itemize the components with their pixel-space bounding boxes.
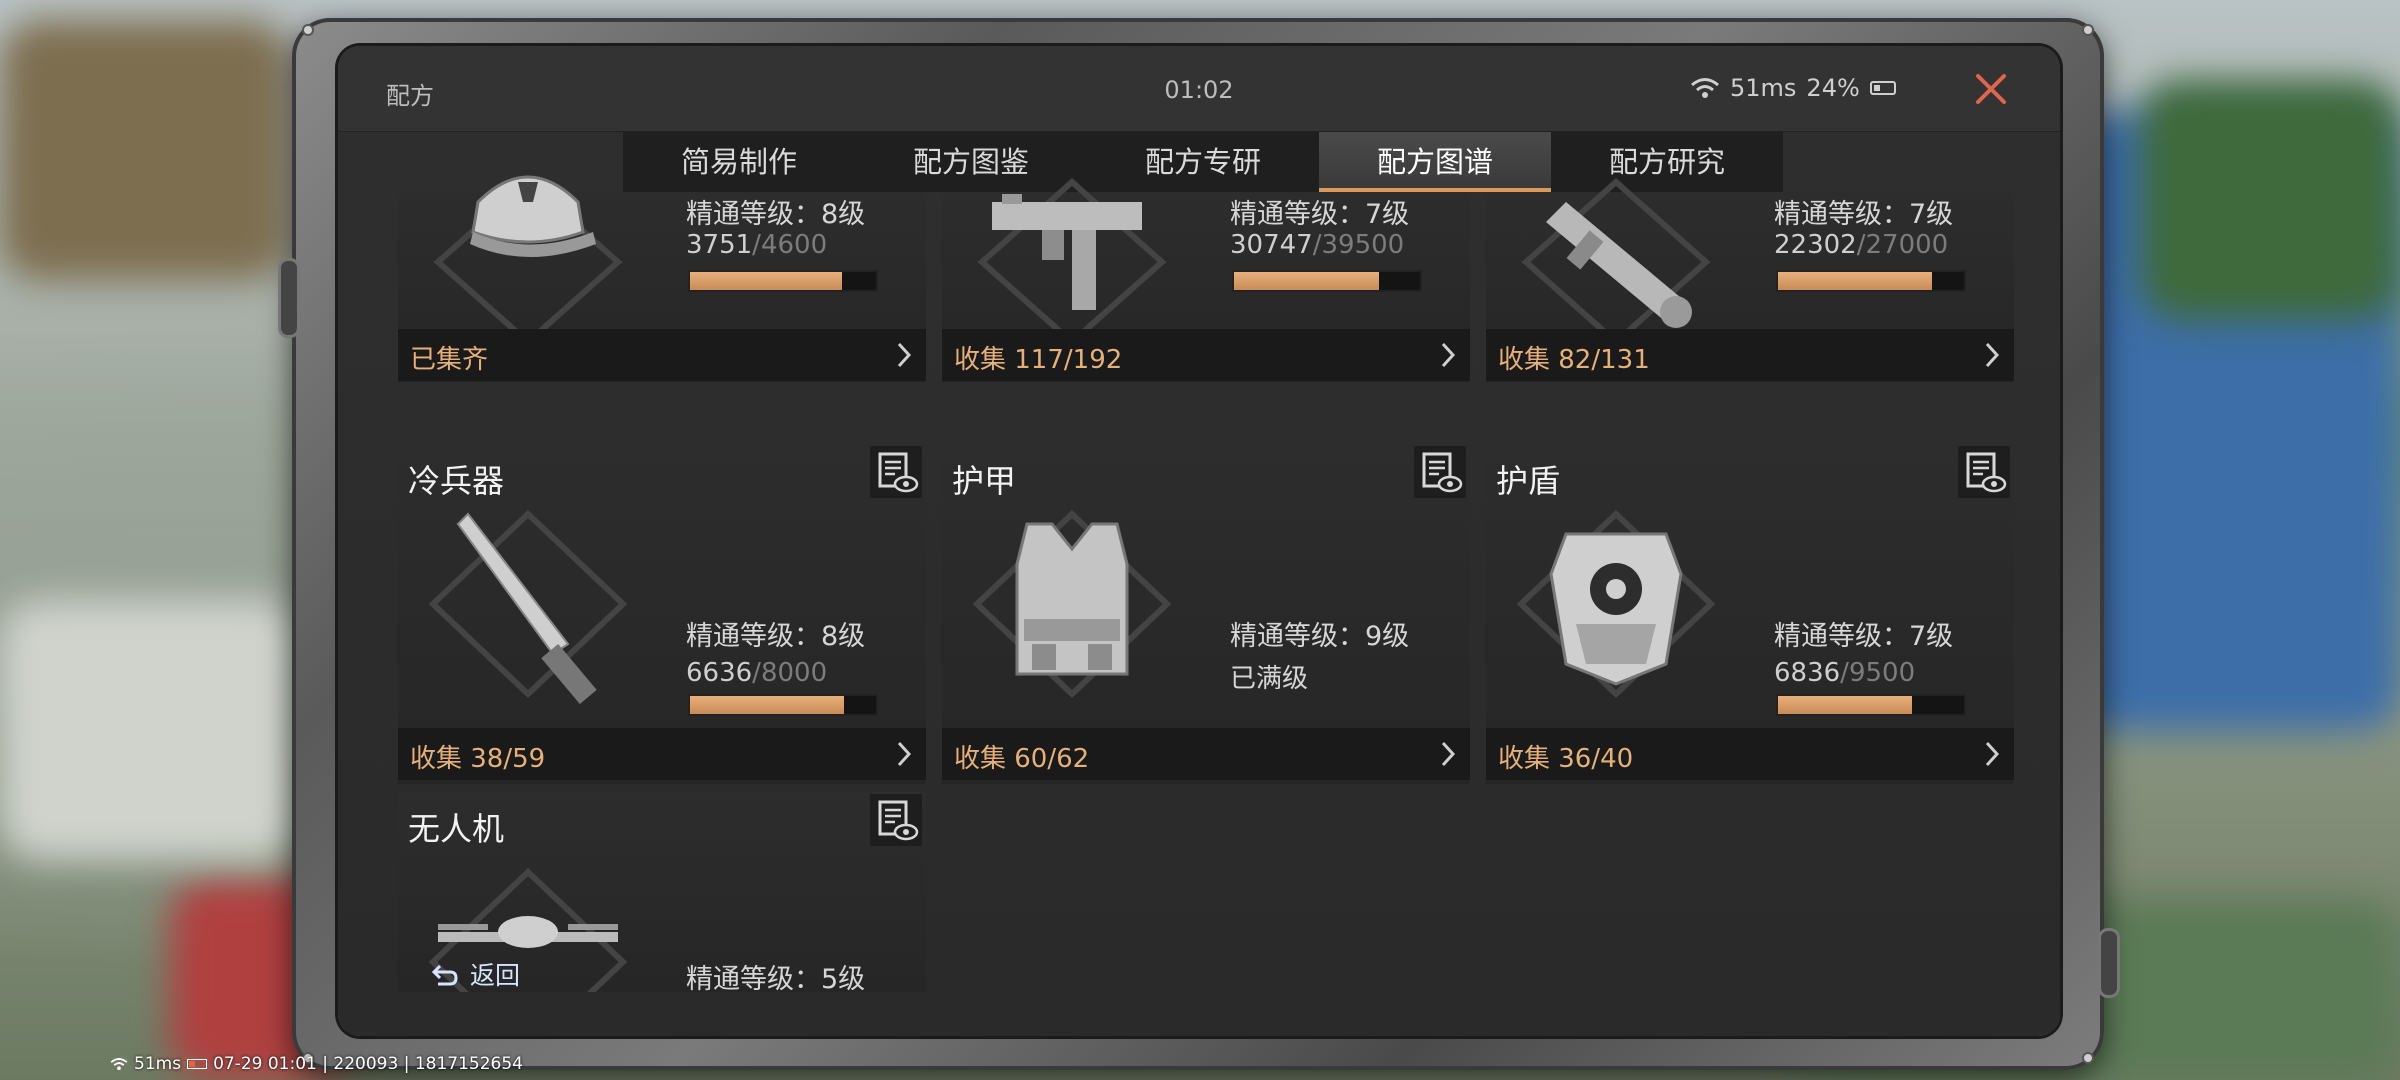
collect-label: 收集 82/131 xyxy=(1498,345,1650,375)
wifi-icon xyxy=(110,1058,128,1070)
screw-icon xyxy=(302,24,314,36)
mastery-bar-fill xyxy=(1778,272,1932,290)
view-recipes-icon[interactable] xyxy=(870,446,922,498)
progress-max: 27000 xyxy=(1865,230,1949,260)
mastery-progress: 6636/8000 xyxy=(686,658,828,688)
hud-ping: 51ms xyxy=(134,1054,182,1074)
chevron-right-icon xyxy=(1985,741,2000,767)
mastery-level: 精通等级：5级 xyxy=(686,964,866,995)
mastery-bar-fill xyxy=(690,696,845,714)
back-arrow-icon xyxy=(431,964,458,986)
shield-icon xyxy=(1516,509,1716,699)
chevron-right-icon xyxy=(897,741,912,767)
collect-label: 已集齐 xyxy=(410,345,489,375)
tab-simple-craft[interactable]: 简易制作 xyxy=(623,132,855,192)
back-button[interactable]: 返回 xyxy=(430,956,520,992)
card-title: 护甲 xyxy=(952,462,1017,500)
recipe-card-shield: 护盾 精通等级：7级 6836/9500 收集 36/40 xyxy=(1486,444,2014,784)
network-status: 51ms 24% xyxy=(1690,74,1896,102)
collect-row[interactable]: 已集齐 xyxy=(398,329,926,381)
progress-current: 3751 xyxy=(686,230,753,260)
mastery-level: 精通等级：7级 xyxy=(1230,199,1410,230)
progress-max: 4600 xyxy=(760,230,828,260)
chevron-right-icon xyxy=(1441,741,1456,767)
progress-current: 6636 xyxy=(686,658,753,688)
collect-row[interactable]: 收集 36/40 xyxy=(1486,728,2014,780)
mastery-progress: 3751/4600 xyxy=(686,230,828,260)
mastery-bar xyxy=(1776,694,1966,716)
recipe-card-launcher: 精通等级：7级 22302/27000 收集 82/131 xyxy=(1486,177,2014,382)
vest-icon xyxy=(972,509,1172,699)
mastery-level: 精通等级：7级 xyxy=(1774,199,1954,230)
status-bar: 配方 01:02 51ms 24% xyxy=(338,46,2060,132)
card-title: 冷兵器 xyxy=(408,462,505,500)
debug-hud: 51ms 07-29 01:01 | 220093 | 1817152654 xyxy=(110,1054,523,1074)
progress-current: 30747 xyxy=(1230,230,1313,260)
collect-label: 收集 60/62 xyxy=(954,744,1090,774)
progress-max: 9500 xyxy=(1848,658,1916,688)
battery-text: 24% xyxy=(1806,74,1860,102)
close-icon[interactable] xyxy=(1968,66,2014,112)
collect-label: 收集 117/192 xyxy=(954,345,1123,375)
knife-icon xyxy=(428,509,628,704)
progress-current: 22302 xyxy=(1774,230,1857,260)
chevron-right-icon xyxy=(1985,342,2000,368)
mastery-level: 精通等级：7级 xyxy=(1774,621,1954,652)
chevron-right-icon xyxy=(1441,342,1456,368)
battery-icon xyxy=(1869,81,1896,95)
card-title: 护盾 xyxy=(1496,462,1561,500)
frame-right-handle xyxy=(2098,928,2120,998)
battery-icon xyxy=(187,1059,208,1069)
view-recipes-icon[interactable] xyxy=(1414,446,1466,498)
recipe-card-melee: 冷兵器 精通等级：8级 6636/8000 收集 38/59 xyxy=(398,444,926,784)
mastery-progress: 30747/39500 xyxy=(1230,230,1405,260)
mastery-bar-fill xyxy=(1234,272,1379,290)
collect-row[interactable]: 收集 82/131 xyxy=(1486,329,2014,381)
mastery-bar xyxy=(1776,270,1966,292)
mastery-level: 精通等级：8级 xyxy=(686,621,866,652)
mastery-bar xyxy=(1232,270,1422,292)
mastery-bar-fill xyxy=(1778,696,1912,714)
mastery-level: 精通等级：9级 xyxy=(1230,621,1410,652)
collect-row[interactable]: 收集 38/59 xyxy=(398,728,926,780)
mastery-progress: 6836/9500 xyxy=(1774,658,1916,688)
collect-row[interactable]: 收集 60/62 xyxy=(942,728,1470,780)
recipe-panel: 配方 01:02 51ms 24% 简易制作 配方图鉴 配方专研 配方图谱 配方… xyxy=(338,46,2060,1036)
view-recipes-icon[interactable] xyxy=(1958,446,2010,498)
progress-max: 39500 xyxy=(1321,230,1405,260)
view-recipes-icon[interactable] xyxy=(870,794,922,846)
card-title: 无人机 xyxy=(408,810,505,848)
collect-label: 收集 36/40 xyxy=(1498,744,1634,774)
recipe-card-armor: 护甲 精通等级：9级 已满级 收集 60/62 xyxy=(942,444,1470,784)
back-label: 返回 xyxy=(470,961,521,990)
progress-max: 8000 xyxy=(760,658,828,688)
mastery-bar xyxy=(688,270,878,292)
screw-icon xyxy=(2082,1052,2094,1064)
screw-icon xyxy=(2082,24,2094,36)
wifi-icon xyxy=(1691,78,1719,98)
collect-row[interactable]: 收集 117/192 xyxy=(942,329,1470,381)
mastery-level: 精通等级：8级 xyxy=(686,199,866,230)
progress-current: 6836 xyxy=(1774,658,1841,688)
collect-label: 收集 38/59 xyxy=(410,744,546,774)
chevron-right-icon xyxy=(897,342,912,368)
ping-text: 51ms xyxy=(1730,74,1797,102)
recipe-card-smg: 精通等级：7级 30747/39500 收集 117/192 xyxy=(942,177,1470,382)
hud-info: 07-29 01:01 | 220093 | 1817152654 xyxy=(213,1054,523,1074)
mastery-progress: 22302/27000 xyxy=(1774,230,1949,260)
frame-left-handle xyxy=(278,258,300,338)
max-level-label: 已满级 xyxy=(1230,664,1309,694)
recipe-card-headgear: 精通等级：8级 3751/4600 已集齐 xyxy=(398,175,926,382)
mastery-bar-fill xyxy=(690,272,842,290)
mastery-bar xyxy=(688,694,878,716)
